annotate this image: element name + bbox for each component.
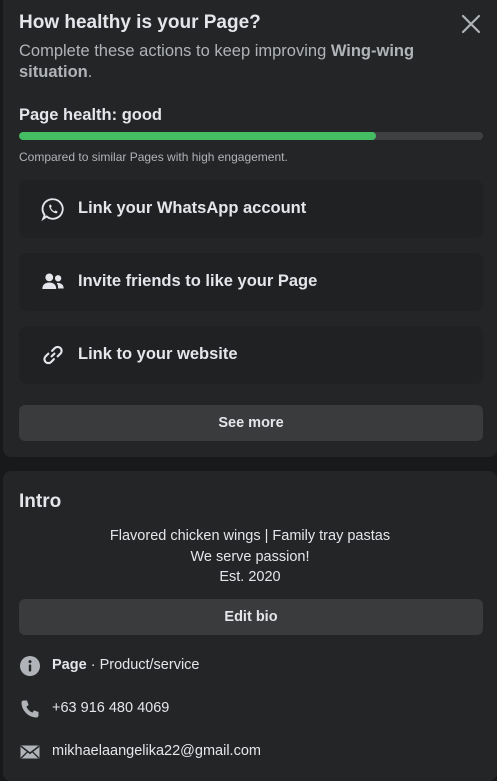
action-label: Invite friends to like your Page xyxy=(78,272,318,290)
page-health-subtitle: Complete these actions to keep improving… xyxy=(19,42,415,81)
page-health-status: Page health: good xyxy=(19,106,163,124)
phone-number[interactable]: +63 916 480 4069 xyxy=(52,700,169,716)
phone-row: +63 916 480 4069 xyxy=(19,698,479,722)
friends-icon xyxy=(42,273,64,289)
page-health-progress-fill xyxy=(19,132,377,140)
email-row: mikhaelaangelika22@gmail.com xyxy=(19,741,479,765)
action-label: Link to your website xyxy=(78,345,238,363)
action-link-whatsapp[interactable]: Link your WhatsApp account xyxy=(19,180,483,238)
link-icon xyxy=(43,345,63,365)
info-icon xyxy=(20,656,40,676)
see-more-button[interactable]: See more xyxy=(19,405,483,441)
category-label: Page xyxy=(52,657,87,673)
action-label: Link your WhatsApp account xyxy=(78,199,307,217)
page-health-progress-bar xyxy=(19,132,483,140)
page-health-title: How healthy is your Page? xyxy=(19,12,261,33)
category-separator: · xyxy=(86,657,100,673)
page-health-compare-text: Compared to similar Pages with high enga… xyxy=(19,150,288,164)
intro-bio: Flavored chicken wings | Family tray pas… xyxy=(3,526,497,588)
action-invite-friends[interactable]: Invite friends to like your Page xyxy=(19,253,483,311)
intro-title: Intro xyxy=(19,491,62,512)
action-link-website[interactable]: Link to your website xyxy=(19,326,483,384)
bio-line: We serve passion! xyxy=(190,548,310,565)
category-value: Product/service xyxy=(99,657,200,673)
close-icon[interactable] xyxy=(459,12,483,36)
category-row: Page · Product/service xyxy=(19,655,479,679)
whatsapp-icon xyxy=(41,198,64,222)
mail-icon xyxy=(20,745,40,759)
bio-line: Flavored chicken wings | Family tray pas… xyxy=(109,528,391,544)
email-address[interactable]: mikhaelaangelika22@gmail.com xyxy=(52,743,261,759)
intro-card: Intro Flavored chicken wings | Family tr… xyxy=(3,471,497,781)
phone-icon xyxy=(21,700,39,718)
page-health-card: How healthy is your Page? Complete these… xyxy=(3,0,497,457)
edit-bio-button[interactable]: Edit bio xyxy=(19,599,483,635)
bio-line: Est. 2020 xyxy=(219,569,281,585)
